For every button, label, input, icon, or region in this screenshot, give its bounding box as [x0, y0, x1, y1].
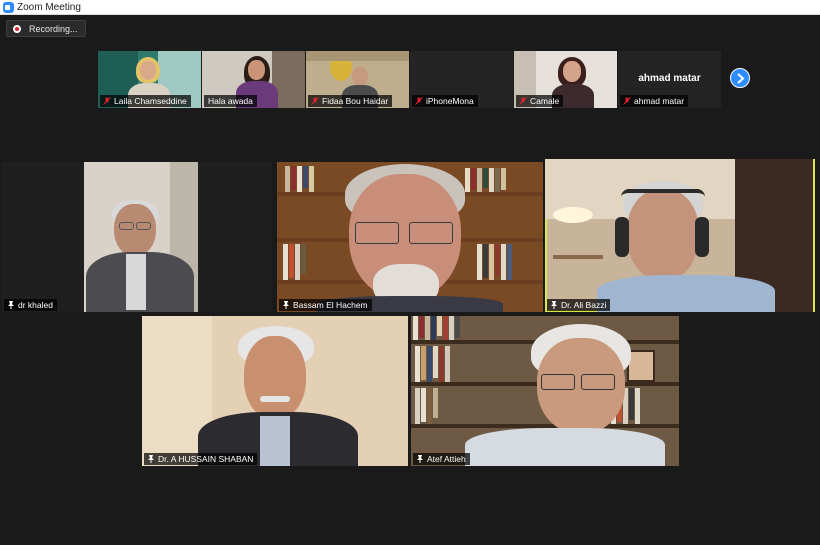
participant-nameplate: Hala awada [204, 95, 257, 107]
chevron-right-icon [737, 73, 745, 84]
gallery-tile-fidaa[interactable]: Fidaa Bou Haidar [306, 51, 409, 108]
recording-dot-icon [13, 25, 21, 33]
zoom-logo-icon [3, 2, 14, 13]
participant-name: iPhoneMona [426, 96, 474, 106]
participant-name: ahmad matar [634, 96, 685, 106]
participant-nameplate: dr khaled [4, 299, 57, 311]
video-tile-dr-khaled[interactable]: dr khaled [2, 162, 272, 312]
mic-muted-icon [103, 97, 111, 105]
window-title: Zoom Meeting [17, 2, 81, 13]
participant-name: Camale [530, 96, 560, 106]
participant-display-name: ahmad matar [638, 73, 701, 84]
pin-icon [283, 301, 289, 309]
mic-muted-icon [311, 97, 319, 105]
meeting-stage: Recording... Laila Chamseddine Hala awad… [0, 15, 820, 545]
participant-nameplate: iPhoneMona [412, 95, 478, 107]
video-tile-dr-a-hussain-shaban[interactable]: Dr. A HUSSAIN SHABAN [142, 316, 408, 466]
mic-muted-icon [415, 97, 423, 105]
recording-indicator[interactable]: Recording... [6, 20, 86, 37]
gallery-tile-camale[interactable]: Camale [514, 51, 617, 108]
pin-icon [8, 301, 14, 309]
participant-name: Atef Attieh [427, 454, 466, 464]
participant-nameplate: Atef Attieh [413, 453, 470, 465]
participant-nameplate: Fidaa Bou Haidar [308, 95, 393, 107]
video-tile-atef-attieh[interactable]: Atef Attieh [411, 316, 679, 466]
participant-nameplate: Laila Chamseddine [100, 95, 191, 107]
participant-name: Hala awada [208, 96, 253, 106]
mic-muted-icon [623, 97, 631, 105]
participant-name: Laila Chamseddine [114, 96, 187, 106]
mic-muted-icon [519, 97, 527, 105]
participant-name: Fidaa Bou Haidar [322, 96, 389, 106]
participant-name: Dr. A HUSSAIN SHABAN [158, 454, 254, 464]
gallery-tile-ahmad-matar[interactable]: ahmad matar ahmad matar [618, 51, 721, 108]
pin-icon [148, 455, 154, 463]
participant-name: Bassam El Hachem [293, 300, 368, 310]
video-tile-dr-ali-bazzi[interactable]: Dr. Ali Bazzi [545, 159, 815, 312]
participant-nameplate: Dr. A HUSSAIN SHABAN [144, 453, 258, 465]
recording-label: Recording... [29, 24, 78, 34]
participant-nameplate: Bassam El Hachem [279, 299, 372, 311]
participant-nameplate: Camale [516, 95, 564, 107]
gallery-tile-laila[interactable]: Laila Chamseddine [98, 51, 201, 108]
participant-name: dr khaled [18, 300, 53, 310]
video-tile-bassam-el-hachem[interactable]: Bassam El Hachem [277, 162, 543, 312]
pin-icon [417, 455, 423, 463]
pin-icon [551, 301, 557, 309]
gallery-tile-hala[interactable]: Hala awada [202, 51, 305, 108]
window-titlebar: Zoom Meeting [0, 0, 820, 15]
participant-nameplate: Dr. Ali Bazzi [547, 299, 611, 311]
participant-name: Dr. Ali Bazzi [561, 300, 607, 310]
participant-nameplate: ahmad matar [620, 95, 689, 107]
gallery-tile-iphonemona[interactable]: iPhoneMona [410, 51, 513, 108]
next-page-button[interactable] [730, 68, 750, 88]
